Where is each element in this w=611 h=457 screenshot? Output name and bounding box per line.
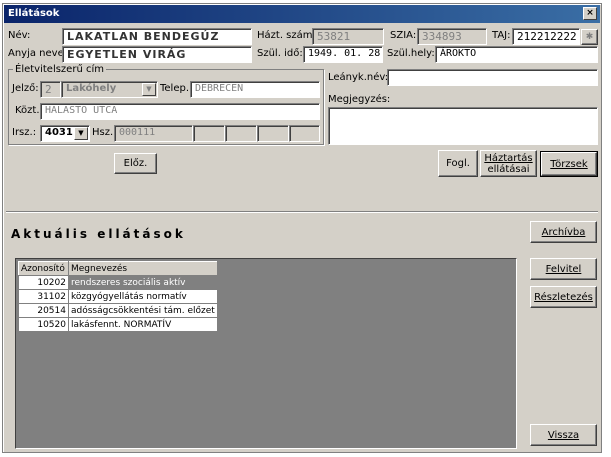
window-title: Ellátások — [8, 8, 60, 19]
row-name: közgyógyellátás normatív — [68, 289, 218, 304]
section-divider — [6, 211, 598, 213]
hsz-label: Hsz.: — [92, 127, 117, 138]
megjegyzes-label: Megjegyzés: — [328, 94, 391, 105]
torzsek-label: Törzsek — [550, 158, 588, 170]
taj-field[interactable]: 212212222 — [512, 28, 580, 45]
leanyk-nev-field[interactable] — [387, 69, 598, 86]
taj-label: TAJ: — [492, 30, 511, 41]
anyja-neve-field[interactable]: EGYETLEN VIRÁG — [62, 46, 252, 63]
ellatasok-window: Ellátások × Név: LAKATLAN BENDEGÚZ Házt.… — [2, 3, 602, 453]
kozt-label: Közt.: — [15, 105, 43, 116]
row-id: 10520 — [18, 317, 69, 332]
leanyk-nev-label: Leányk.név: — [328, 72, 389, 83]
felvitel-button[interactable]: Felvitel — [530, 258, 597, 280]
column-header-azonosito[interactable]: Azonosító — [18, 261, 69, 276]
irsz-dropdown-arrow-icon[interactable]: ▼ — [74, 127, 88, 140]
close-button[interactable]: × — [583, 7, 597, 20]
nev-field[interactable]: LAKATLAN BENDEGÚZ — [62, 28, 252, 45]
szul-ido-field[interactable]: 1949. 01. 28. — [303, 46, 383, 63]
archivba-button[interactable]: Archívba — [530, 221, 597, 243]
fogl-button[interactable]: Fogl. — [438, 150, 478, 177]
megjegyzes-textarea[interactable] — [328, 107, 598, 145]
eloz-button[interactable]: Előz. — [114, 153, 157, 174]
address-extra-field-3 — [257, 125, 289, 142]
services-grid[interactable]: Azonosító Megnevezés 10202 rendszeres sz… — [15, 258, 517, 449]
szul-hely-field[interactable]: ÁROKTO — [435, 46, 598, 63]
row-id: 20514 — [18, 303, 69, 318]
telep-label: Telep.: — [160, 83, 193, 94]
row-name: lakásfennt. NORMATÍV — [68, 317, 218, 332]
archivba-label: Archívba — [541, 226, 586, 238]
table-row[interactable]: 20514 adósságcsökkentési tám. előzet — [18, 303, 218, 318]
row-id: 31102 — [18, 289, 69, 304]
table-row[interactable]: 31102 közgyógyellátás normatív — [18, 289, 218, 304]
nev-label: Név: — [8, 30, 31, 41]
haztartas-label-line1: Háztartás — [484, 152, 533, 164]
hazt-szam-field: 53821 — [312, 28, 384, 45]
szul-ido-label: Szül. idő: — [257, 48, 303, 59]
row-name: rendszeres szociális aktív — [68, 275, 218, 290]
szia-label: SZIA: — [390, 30, 417, 41]
table-row[interactable]: 10520 lakásfennt. NORMATÍV — [18, 317, 218, 332]
torzsek-button[interactable]: Törzsek — [540, 151, 598, 177]
vissza-label: Vissza — [547, 429, 580, 441]
haztartas-label-line2: ellátásai — [487, 163, 530, 175]
column-header-megnevezes[interactable]: Megnevezés — [68, 261, 218, 276]
title-bar: Ellátások × — [4, 5, 600, 23]
address-extra-field-2 — [225, 125, 257, 142]
szul-hely-label: Szül.hely: — [387, 48, 435, 59]
hsz-field: 000111 — [114, 125, 193, 142]
services-table: Azonosító Megnevezés 10202 rendszeres sz… — [18, 261, 218, 332]
taj-check-button[interactable]: ✱ — [581, 29, 598, 45]
haztartas-ellatasai-button[interactable]: Háztartás ellátásai — [480, 150, 537, 177]
telep-field[interactable]: DEBRECEN — [190, 81, 320, 98]
reszletezes-label: Részletezés — [534, 291, 593, 303]
irsz-label: Irsz.: — [12, 127, 37, 138]
table-header-row: Azonosító Megnevezés — [18, 261, 218, 276]
hazt-szam-label: Házt. szám: — [257, 30, 316, 41]
reszletezes-button[interactable]: Részletezés — [530, 286, 597, 308]
jelzo-field: 2 — [40, 81, 61, 98]
table-row[interactable]: 10202 rendszeres szociális aktív — [18, 275, 218, 290]
address-extra-field-1 — [193, 125, 225, 142]
kozt-field[interactable]: HALASTO UTCA — [40, 103, 320, 120]
address-group-title: Életvitelszerű cím — [13, 64, 106, 75]
jelzo-label: Jelző: — [12, 83, 39, 94]
anyja-neve-label: Anyja neve: — [8, 48, 68, 59]
aktualis-ellatasok-title: Aktuális ellátások — [11, 227, 186, 241]
address-extra-field-4 — [289, 125, 320, 142]
felvitel-label: Felvitel — [545, 263, 582, 275]
lakohely-dropdown-arrow-icon: ▼ — [142, 83, 156, 96]
row-id: 10202 — [18, 275, 69, 290]
vissza-button[interactable]: Vissza — [530, 424, 597, 446]
row-name: adósságcsökkentési tám. előzet — [68, 303, 218, 318]
szia-field: 334893 — [417, 28, 487, 45]
